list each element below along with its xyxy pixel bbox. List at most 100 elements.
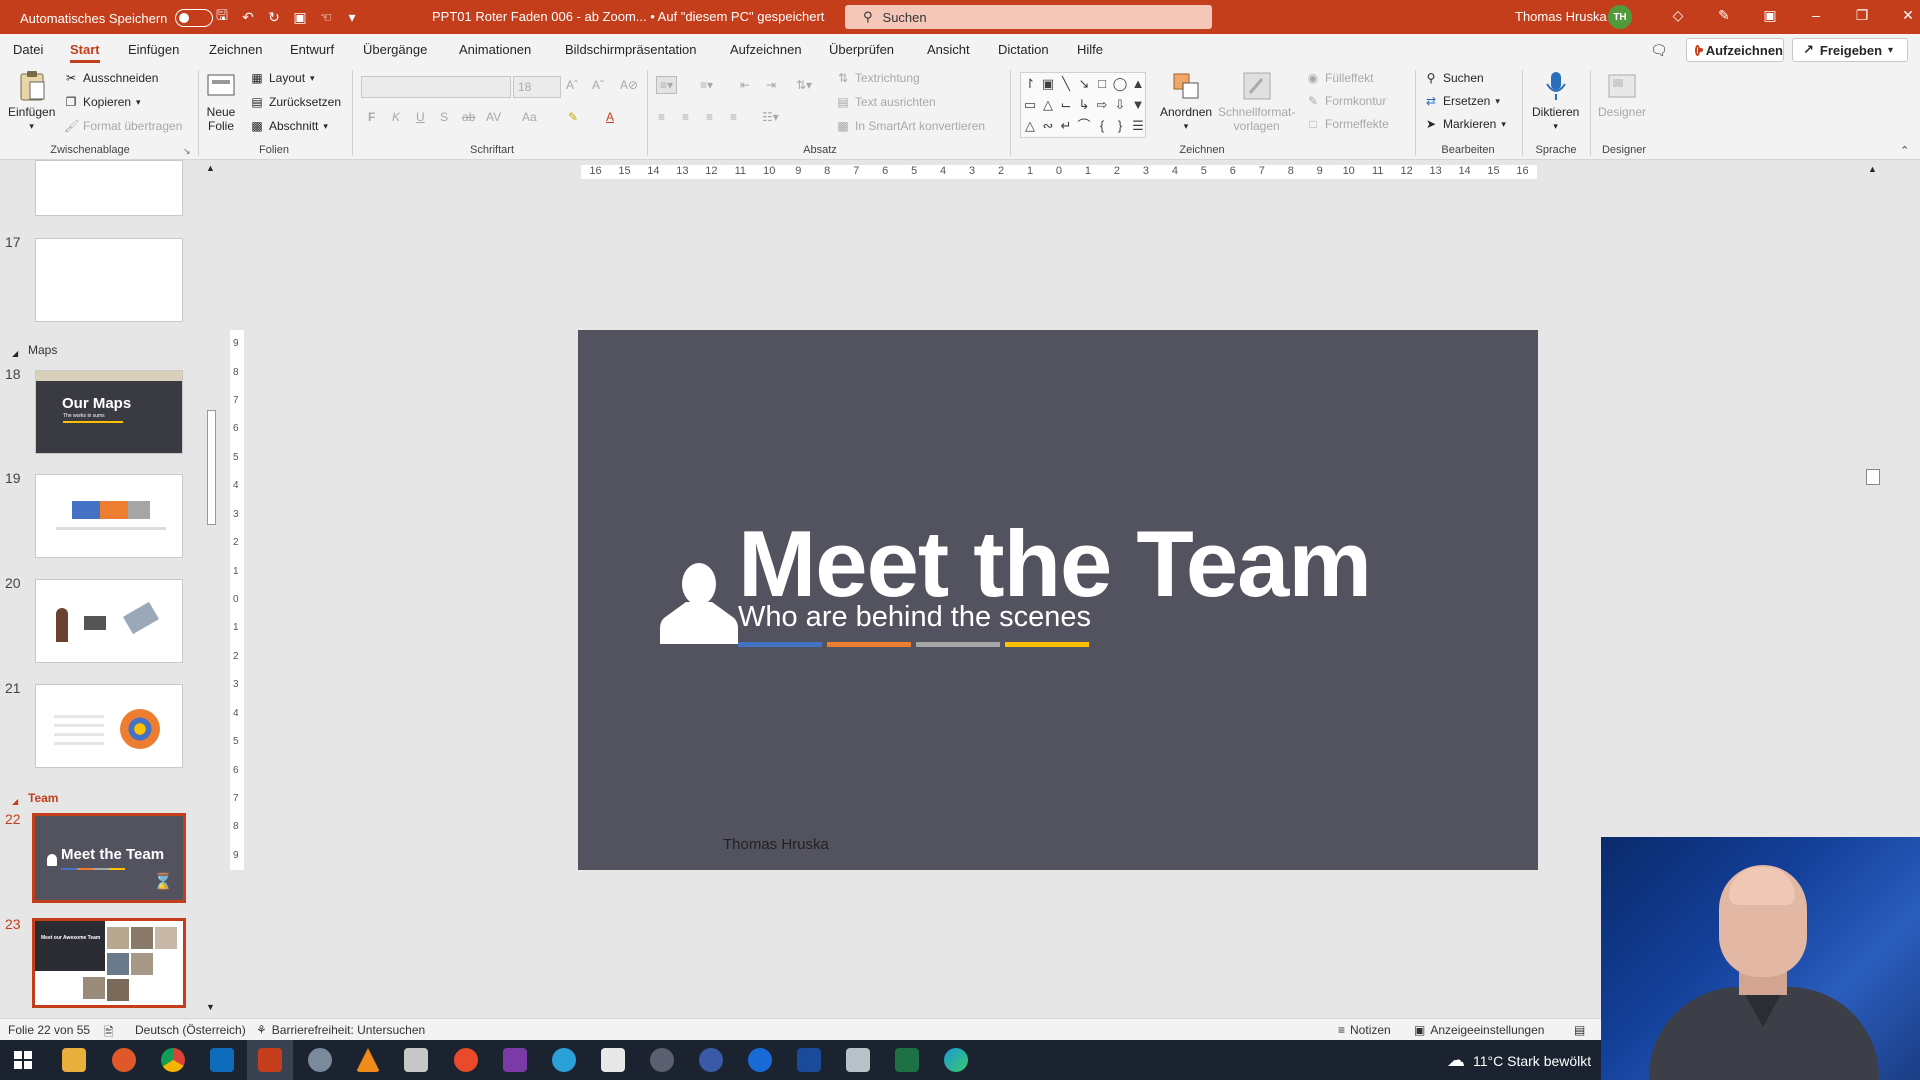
numbering-icon[interactable]: ≡▾	[700, 78, 713, 92]
align-right-icon[interactable]: ≡	[706, 110, 713, 124]
character-spacing-button[interactable]: AV	[486, 110, 501, 124]
grow-font-icon[interactable]: Aˆ	[566, 78, 578, 92]
customize-qat-icon[interactable]: ▾	[342, 7, 362, 27]
app-icon[interactable]	[404, 1048, 428, 1072]
autosave[interactable]: Automatisches Speichern	[20, 9, 214, 27]
select-button[interactable]: ➤ Markieren ▾	[1424, 117, 1506, 131]
onenote-icon[interactable]	[503, 1048, 527, 1072]
smartart-button[interactable]: ▩ In SmartArt konvertieren	[836, 119, 985, 133]
tab-einfuegen[interactable]: Einfügen	[128, 42, 179, 57]
section-label-maps[interactable]: Maps	[28, 343, 57, 357]
increase-indent-icon[interactable]: ⇥	[766, 78, 776, 92]
slide-counter[interactable]: Folie 22 von 55	[8, 1023, 90, 1037]
excel-icon[interactable]	[895, 1048, 919, 1072]
pen-icon[interactable]: ✎	[1701, 7, 1747, 24]
copy-button[interactable]: ❐ Kopieren ▾	[64, 95, 141, 109]
record-button[interactable]: Aufzeichnen	[1686, 38, 1784, 62]
normal-view-icon[interactable]: ▤	[1574, 1023, 1585, 1037]
justify-icon[interactable]: ≡	[730, 110, 737, 124]
layout-button[interactable]: ▦ Layout ▾	[250, 71, 314, 85]
cut-button[interactable]: ✂ Ausschneiden	[64, 71, 158, 85]
designer-button[interactable]: Designer	[1598, 70, 1646, 119]
tab-zeichnen[interactable]: Zeichnen	[209, 42, 262, 57]
restore-icon[interactable]: ❐	[1839, 7, 1885, 24]
dialog-launcher-icon[interactable]: ↘	[183, 146, 191, 157]
font-color-icon[interactable]: A	[606, 110, 614, 124]
section-button[interactable]: ▩ Abschnitt ▾	[250, 119, 328, 133]
telegram-icon[interactable]	[552, 1048, 576, 1072]
outlook-icon[interactable]	[210, 1048, 234, 1072]
strikethrough-button[interactable]: ab	[462, 110, 475, 124]
shape-effects-button[interactable]: □ Formeffekte	[1306, 117, 1388, 131]
undo-icon[interactable]: ↶	[238, 7, 258, 27]
weather-widget[interactable]: ☁ 11°C Stark bewölkt	[1447, 1050, 1591, 1071]
quick-styles-button[interactable]: Schnellformat- vorlagen	[1218, 70, 1295, 133]
language-status[interactable]: Deutsch (Österreich)	[135, 1023, 246, 1037]
align-left-icon[interactable]: ≡	[658, 110, 665, 124]
slide-thumbnail-16[interactable]	[35, 160, 183, 216]
tab-ansicht[interactable]: Ansicht	[927, 42, 970, 57]
section-label-team[interactable]: Team	[28, 791, 58, 805]
edge-icon[interactable]	[944, 1048, 968, 1072]
word-icon[interactable]	[797, 1048, 821, 1072]
touch-mode-icon[interactable]: ☜	[316, 7, 336, 27]
italic-button[interactable]: K	[392, 110, 400, 124]
file-explorer-icon[interactable]	[62, 1048, 86, 1072]
line-spacing-icon[interactable]: ⇅▾	[796, 78, 812, 92]
scroll-down-icon[interactable]: ▼	[206, 1002, 215, 1012]
decrease-indent-icon[interactable]: ⇤	[740, 78, 750, 92]
columns-icon[interactable]: ☷▾	[762, 110, 779, 124]
find-button[interactable]: ⚲ Suchen	[1424, 71, 1484, 85]
user-name[interactable]: Thomas Hruska	[1515, 9, 1607, 24]
tab-datei[interactable]: Datei	[13, 42, 43, 57]
autosave-toggle[interactable]	[175, 9, 214, 27]
chrome-icon[interactable]	[161, 1048, 185, 1072]
close-icon[interactable]: ✕	[1885, 7, 1920, 24]
shape-fill-button[interactable]: ◉ Fülleffekt	[1306, 71, 1374, 85]
change-case-button[interactable]: Aa	[522, 110, 537, 124]
save-icon[interactable]: 🖫	[212, 7, 232, 27]
obs-icon[interactable]	[650, 1048, 674, 1072]
search-box[interactable]: ⚲ Suchen	[845, 5, 1212, 29]
slide-thumbnail-21[interactable]	[35, 684, 183, 768]
underline-button[interactable]: U	[416, 110, 425, 124]
slide-thumbnail-23[interactable]: Meet our Awesome Team	[32, 918, 186, 1008]
firefox-icon[interactable]	[112, 1048, 136, 1072]
bullets-icon[interactable]: ≡▾	[656, 76, 678, 94]
slide-author[interactable]: Thomas Hruska	[723, 836, 829, 853]
app-icon[interactable]	[699, 1048, 723, 1072]
scroll-thumb[interactable]	[1866, 469, 1880, 485]
app-icon[interactable]	[308, 1048, 332, 1072]
shape-outline-button[interactable]: ✎ Formkontur	[1306, 94, 1386, 108]
tab-hilfe[interactable]: Hilfe	[1077, 42, 1103, 57]
windows-start-icon[interactable]	[14, 1051, 32, 1069]
tab-start[interactable]: Start	[70, 42, 100, 63]
app-icon[interactable]	[748, 1048, 772, 1072]
app-icon[interactable]	[601, 1048, 625, 1072]
clear-format-icon[interactable]: A⊘	[620, 78, 638, 92]
avatar[interactable]: TH	[1608, 5, 1632, 29]
collapse-section-icon[interactable]: ◢	[12, 797, 18, 806]
paste-button[interactable]: Einfügen ▾	[8, 70, 55, 133]
diamond-icon[interactable]: ◇	[1655, 7, 1701, 24]
minimize-icon[interactable]: –	[1793, 7, 1839, 24]
vlc-icon[interactable]	[356, 1048, 380, 1072]
scroll-thumb[interactable]	[207, 410, 216, 525]
text-direction-button[interactable]: ⇅ Textrichtung	[836, 71, 920, 85]
shrink-font-icon[interactable]: Aˇ	[592, 78, 604, 92]
thumbnails-scrollbar[interactable]: ▲ ▼	[205, 160, 218, 1018]
dictate-button[interactable]: Diktieren ▾	[1532, 70, 1579, 133]
document-title[interactable]: PPT01 Roter Faden 006 - ab Zoom... • Auf…	[432, 9, 824, 24]
bold-button[interactable]: F	[368, 110, 375, 124]
display-settings-button[interactable]: ▣ Anzeigeeinstellungen	[1414, 1023, 1544, 1037]
shadow-button[interactable]: S	[440, 110, 448, 124]
tab-ueberpruefen[interactable]: Überprüfen	[829, 42, 894, 57]
align-text-button[interactable]: ▤ Text ausrichten	[836, 95, 935, 109]
tab-dictation[interactable]: Dictation	[998, 42, 1049, 57]
app-icon[interactable]	[454, 1048, 478, 1072]
slide-thumbnail-17[interactable]	[35, 238, 183, 322]
notes-button[interactable]: ≡ Notizen	[1338, 1023, 1391, 1037]
tab-aufzeichnen[interactable]: Aufzeichnen	[730, 42, 802, 57]
shapes-gallery[interactable]: ↾ ▣ ╲ ↘ □ ◯ ▲ ▭ △ ⌙ ↳ ⇨ ⇩ ▼ △ ∾ ↵ ⌒{} ☰	[1020, 72, 1146, 138]
new-slide-button[interactable]: Neue Folie	[205, 70, 237, 133]
